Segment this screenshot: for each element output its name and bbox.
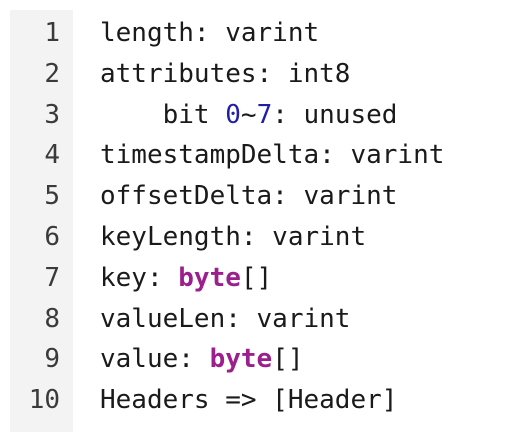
- byte-keyword: byte: [209, 344, 273, 375]
- line-number-gutter: 1 2 3 4 5 6 7 8 9 10: [10, 10, 73, 432]
- line-number-4: 4: [44, 140, 60, 171]
- line-number-3: 3: [44, 99, 60, 130]
- line-number-1: 1: [44, 18, 60, 48]
- value-label: value:: [100, 344, 210, 375]
- code-line-7: key: byte[]: [100, 258, 506, 299]
- unused-label: : unused: [272, 99, 398, 130]
- code-line-5: offsetDelta: varint: [100, 181, 398, 212]
- line-number-9: 9: [44, 344, 60, 375]
- array-brackets: []: [240, 262, 273, 293]
- code-line-6: keyLength: varint: [100, 221, 367, 252]
- code-area[interactable]: length: varint attributes: int8 bit 0~7:…: [73, 10, 506, 432]
- code-line-10: Headers => [Header]: [100, 385, 398, 416]
- code-block: 1 2 3 4 5 6 7 8 9 10 length: varint attr…: [10, 10, 506, 432]
- code-line-1: length: varint: [100, 18, 320, 48]
- line-number-2: 2: [44, 58, 60, 89]
- bit-range-start: 0: [225, 99, 241, 130]
- line-number-8: 8: [44, 303, 60, 334]
- line-number-7: 7: [44, 262, 60, 293]
- line-number-10: 10: [28, 385, 60, 416]
- bit-range-end: 7: [256, 99, 273, 130]
- array-brackets: []: [272, 344, 304, 375]
- bit-label: bit: [162, 99, 226, 130]
- code-line-9: value: byte[]: [100, 339, 506, 380]
- code-line-4: timestampDelta: varint: [100, 140, 445, 171]
- byte-keyword: byte: [178, 262, 241, 293]
- key-label: key:: [100, 262, 179, 293]
- range-tilde: ~: [240, 99, 257, 130]
- code-line-3: bit 0~7: unused: [100, 95, 506, 136]
- code-line-2: attributes: int8: [100, 58, 351, 89]
- line-number-6: 6: [44, 221, 60, 252]
- line-number-5: 5: [44, 181, 60, 212]
- code-line-8: valueLen: varint: [100, 303, 351, 334]
